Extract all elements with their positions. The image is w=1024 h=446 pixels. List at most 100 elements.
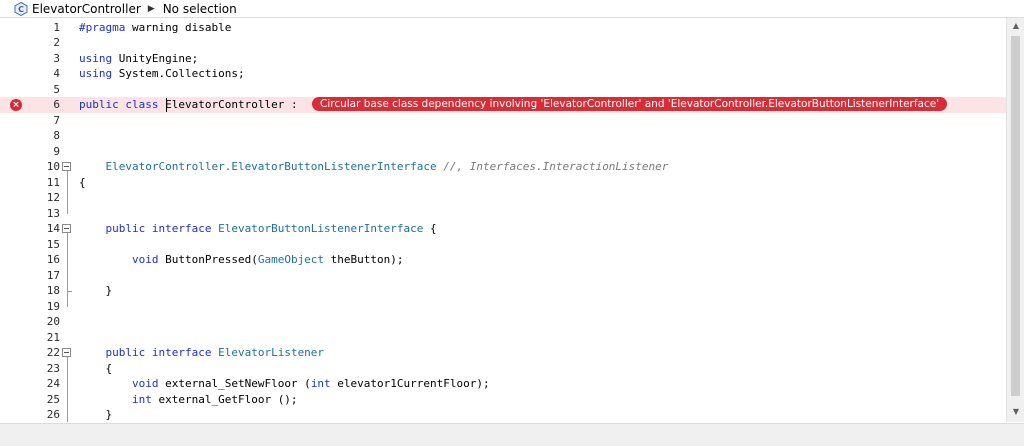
code-text: public class ElevatorController :	[79, 97, 298, 113]
code-token: using	[79, 67, 113, 80]
code-line[interactable]: 7	[0, 113, 1006, 129]
line-number: 18	[46, 284, 60, 297]
code-line[interactable]: 23 {	[0, 361, 1006, 377]
line-number: 23	[46, 361, 60, 375]
horizontal-scrollbar[interactable]	[0, 423, 1024, 446]
code-line[interactable]: 14 public interface ElevatorButtonListen…	[0, 221, 1006, 237]
code-line[interactable]: 15	[0, 237, 1006, 253]
line-number: 4	[53, 67, 60, 80]
code-line[interactable]: 9	[0, 144, 1006, 160]
collapse-icon[interactable]	[62, 162, 71, 171]
fold-end-marker	[67, 291, 72, 292]
line-number: 7	[53, 113, 60, 127]
code-token: theButton);	[324, 253, 404, 266]
text-caret	[166, 98, 167, 112]
code-text: {	[79, 175, 86, 191]
code-token: System.Collections;	[112, 67, 245, 80]
code-line[interactable]: 12	[0, 190, 1006, 206]
code-line[interactable]: 2	[0, 35, 1006, 51]
code-line[interactable]: 8	[0, 128, 1006, 144]
line-number: 25	[46, 392, 60, 406]
code-token: void	[79, 377, 159, 390]
code-token: interface	[151, 222, 212, 235]
code-token: }	[79, 408, 113, 421]
code-text: void ButtonPressed(GameObject theButton)…	[79, 252, 404, 268]
scroll-down-icon[interactable]: ▼	[1007, 404, 1024, 420]
line-number: 10	[46, 160, 60, 173]
fold-guide	[67, 357, 68, 422]
code-token: //, Interfaces.InteractionListener	[436, 160, 669, 173]
code-text: public interface ElevatorListener	[79, 345, 324, 361]
code-text: void external_SetNewFloor (int elevator1…	[79, 376, 490, 392]
code-token: UnityEngine;	[112, 51, 199, 65]
code-line[interactable]: 5	[0, 82, 1006, 98]
code-text: }	[79, 283, 112, 299]
fold-guide	[67, 171, 68, 214]
line-number: 12	[46, 191, 60, 204]
collapse-icon[interactable]	[62, 224, 71, 233]
code-token: int	[310, 377, 331, 390]
code-line[interactable]: 6 public class ElevatorController : × Circu…	[0, 97, 1006, 113]
code-text: }	[79, 407, 112, 422]
code-line[interactable]: 11 {	[0, 175, 1006, 191]
code-line[interactable]: 18 }	[0, 283, 1006, 299]
code-line[interactable]: 22 public interface ElevatorListener	[0, 345, 1006, 361]
line-number: 2	[53, 36, 60, 49]
code-token: external_SetNewFloor (	[158, 377, 311, 390]
code-line[interactable]: 26 }	[0, 407, 1006, 422]
code-token: elevator1CurrentFloor);	[330, 377, 490, 390]
code-line[interactable]: 21	[0, 330, 1006, 346]
code-line[interactable]: 3 using UnityEngine;	[0, 51, 1006, 67]
code-line[interactable]: 1 #pragma warning disable	[0, 20, 1006, 36]
line-number: 14	[46, 222, 60, 235]
code-line[interactable]: 25 int external_GetFloor ();	[0, 392, 1006, 408]
code-line[interactable]: 10 ElevatorController.ElevatorButtonList…	[0, 159, 1006, 175]
line-number: 8	[53, 129, 60, 142]
error-icon[interactable]: ×	[10, 99, 22, 111]
fold-guide	[67, 233, 68, 307]
code-token: public	[79, 346, 146, 359]
code-token: ButtonPressed(	[158, 253, 258, 266]
breadcrumb-file[interactable]: ElevatorController	[32, 2, 141, 16]
code-token: external_GetFloor ();	[151, 392, 298, 406]
line-number: 9	[53, 144, 60, 158]
code-line[interactable]: 19	[0, 299, 1006, 315]
code-token: GameObject	[257, 253, 325, 266]
code-text: #pragma warning disable	[79, 20, 231, 36]
line-number: 15	[46, 237, 60, 251]
code-text: int external_GetFloor ();	[79, 392, 298, 408]
code-text: {	[79, 361, 112, 377]
vertical-scrollbar[interactable]: ▲ ▼	[1006, 18, 1024, 422]
code-line[interactable]: 17	[0, 268, 1006, 284]
line-number: 11	[46, 175, 60, 189]
code-line[interactable]: 4 using System.Collections;	[0, 66, 1006, 82]
line-number: 22	[46, 346, 60, 359]
svg-text:C: C	[18, 5, 24, 14]
code-line[interactable]: 13	[0, 206, 1006, 222]
collapse-icon[interactable]	[62, 348, 71, 357]
code-text: public interface ElevatorButtonListenerI…	[79, 221, 437, 237]
line-number: 19	[46, 299, 60, 313]
code-token: interface	[151, 346, 212, 359]
error-message-badge[interactable]: Circular base class dependency involving…	[312, 97, 948, 111]
code-line[interactable]: 20	[0, 314, 1006, 330]
code-editor[interactable]: 1 #pragma warning disable 2 3 using UnityEng…	[0, 18, 1006, 422]
breadcrumb-selection[interactable]: No selection	[163, 2, 237, 16]
code-token: class	[125, 98, 159, 111]
code-token: ElevatorButtonListenerInterface	[218, 222, 424, 235]
code-token: #pragma	[79, 20, 126, 34]
code-text: ElevatorController.ElevatorButtonListene…	[79, 159, 668, 175]
code-line[interactable]: 16 void ButtonPressed(GameObject theButt…	[0, 252, 1006, 268]
code-token: void	[79, 253, 159, 266]
code-token: }	[79, 284, 113, 297]
scrollbar-thumb[interactable]	[1011, 36, 1020, 396]
line-number: 21	[46, 330, 60, 344]
line-number: 26	[46, 408, 60, 421]
code-token: public	[79, 222, 146, 235]
line-number: 13	[46, 206, 60, 220]
line-number: 1	[53, 20, 60, 34]
scroll-up-icon[interactable]: ▲	[1007, 18, 1024, 34]
code-token: {	[423, 222, 437, 235]
code-token: ElevatorController :	[158, 98, 298, 111]
code-line[interactable]: 24 void external_SetNewFloor (int elevat…	[0, 376, 1006, 392]
